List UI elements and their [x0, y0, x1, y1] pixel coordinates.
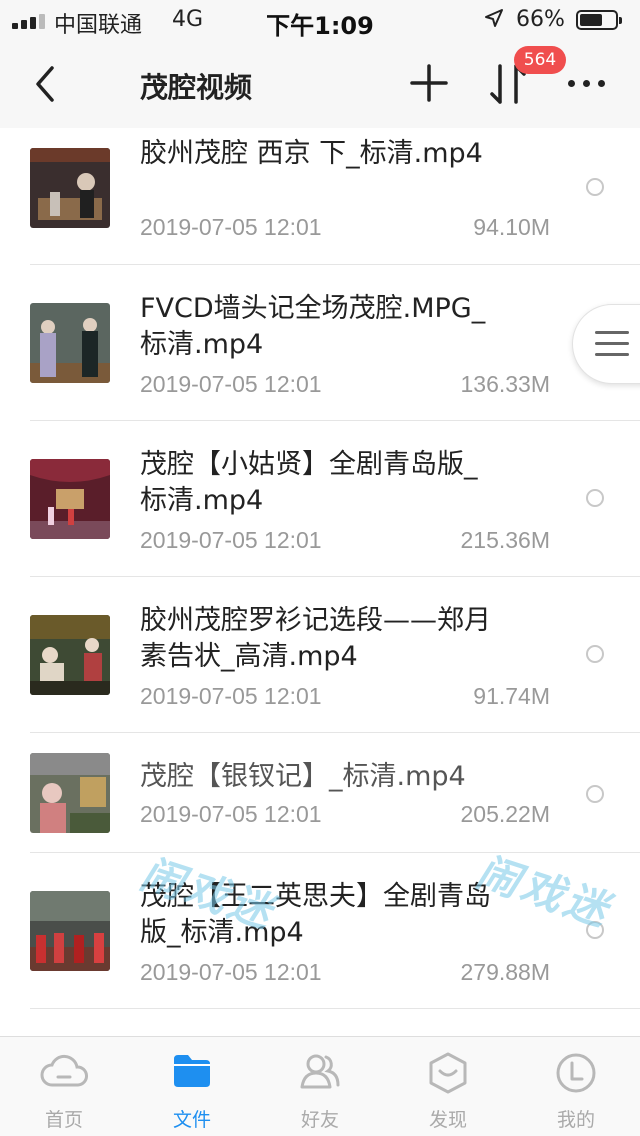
video-thumbnail [30, 459, 110, 539]
battery-percent: 66% [516, 7, 565, 32]
file-size: 215.36M [460, 527, 550, 553]
list-item[interactable]: 胶州茂腔 西京 下_标清.mp4 2019-07-05 12:01 94.10M [0, 128, 640, 265]
back-icon[interactable] [28, 60, 68, 108]
folder-icon [174, 1055, 210, 1087]
tab-label: 我的 [556, 1109, 595, 1131]
select-checkbox[interactable] [586, 785, 604, 803]
file-date: 2019-07-05 12:01 [140, 683, 322, 709]
status-bar: 中国联通 4G 下午1:09 66% [0, 0, 640, 40]
file-date: 2019-07-05 12:01 [140, 801, 322, 827]
file-size: 136.33M [460, 371, 550, 397]
file-name: 茂腔【王二英思夫】全剧青岛版_标清.mp4 [140, 881, 491, 948]
tab-discover[interactable]: 发现 [384, 1037, 512, 1136]
more-icon[interactable] [568, 80, 605, 87]
file-date: 2019-07-05 12:01 [140, 959, 322, 985]
notification-badge: 564 [514, 46, 566, 74]
file-size: 205.22M [460, 801, 550, 827]
file-size: 279.88M [460, 959, 550, 985]
location-arrow-icon [484, 8, 504, 33]
select-checkbox[interactable] [586, 489, 604, 507]
file-date: 2019-07-05 12:01 [140, 527, 322, 553]
friends-icon [300, 1054, 340, 1089]
file-size: 94.10M [473, 214, 550, 240]
video-thumbnail [30, 303, 110, 383]
profile-icon [556, 1053, 596, 1093]
nav-bar: 茂腔视频 564 [0, 40, 640, 128]
list-item[interactable]: 茂腔【银钗记】_标清.mp4 2019-07-05 12:01 205.22M [0, 733, 640, 853]
file-size: 91.74M [473, 683, 550, 709]
file-date: 2019-07-05 12:01 [140, 371, 322, 397]
tab-label: 文件 [172, 1109, 211, 1131]
video-thumbnail [30, 891, 110, 971]
file-name: 茂腔【银钗记】_标清.mp4 [140, 761, 466, 792]
tab-label: 好友 [300, 1109, 339, 1131]
select-checkbox[interactable] [586, 645, 604, 663]
tab-files[interactable]: 文件 [128, 1037, 256, 1136]
tab-label: 首页 [44, 1109, 83, 1131]
discover-icon [429, 1052, 467, 1094]
list-item[interactable]: 茂腔【小姑贤】全剧青岛版_标清.mp4 2019-07-05 12:01 215… [0, 421, 640, 577]
file-list: 胶州茂腔 西京 下_标清.mp4 2019-07-05 12:01 94.10M… [0, 128, 640, 1036]
add-icon[interactable] [410, 64, 448, 102]
file-name: FVCD墙头记全场茂腔.MPG_标清.mp4 [140, 293, 486, 360]
tab-label: 发现 [428, 1109, 467, 1131]
battery-icon [576, 10, 622, 30]
file-name: 胶州茂腔罗衫记选段——郑月素告状_高清.mp4 [140, 605, 491, 672]
video-thumbnail [30, 753, 110, 833]
tab-bar: 首页 文件 好友 发现 我的 [0, 1036, 640, 1136]
video-thumbnail [30, 615, 110, 695]
list-item[interactable]: 茂腔【王二英思夫】全剧青岛版_标清.mp4 2019-07-05 12:01 2… [0, 853, 640, 1009]
tab-home[interactable]: 首页 [0, 1037, 128, 1136]
video-thumbnail [30, 148, 110, 228]
list-item[interactable]: 胶州茂腔罗衫记选段——郑月素告状_高清.mp4 2019-07-05 12:01… [0, 577, 640, 733]
page-title: 茂腔视频 [140, 71, 253, 104]
list-item[interactable]: FVCD墙头记全场茂腔.MPG_标清.mp4 2019-07-05 12:01 … [0, 265, 640, 421]
tab-profile[interactable]: 我的 [512, 1037, 640, 1136]
menu-icon [595, 331, 629, 356]
file-date: 2019-07-05 12:01 [140, 214, 322, 240]
file-name: 茂腔【小姑贤】全剧青岛版_标清.mp4 [140, 449, 478, 516]
select-checkbox[interactable] [586, 921, 604, 939]
file-name: 胶州茂腔 西京 下_标清.mp4 [140, 138, 483, 169]
cloud-icon [40, 1054, 88, 1087]
divider [30, 1008, 640, 1009]
tab-friends[interactable]: 好友 [256, 1037, 384, 1136]
select-checkbox[interactable] [586, 178, 604, 196]
